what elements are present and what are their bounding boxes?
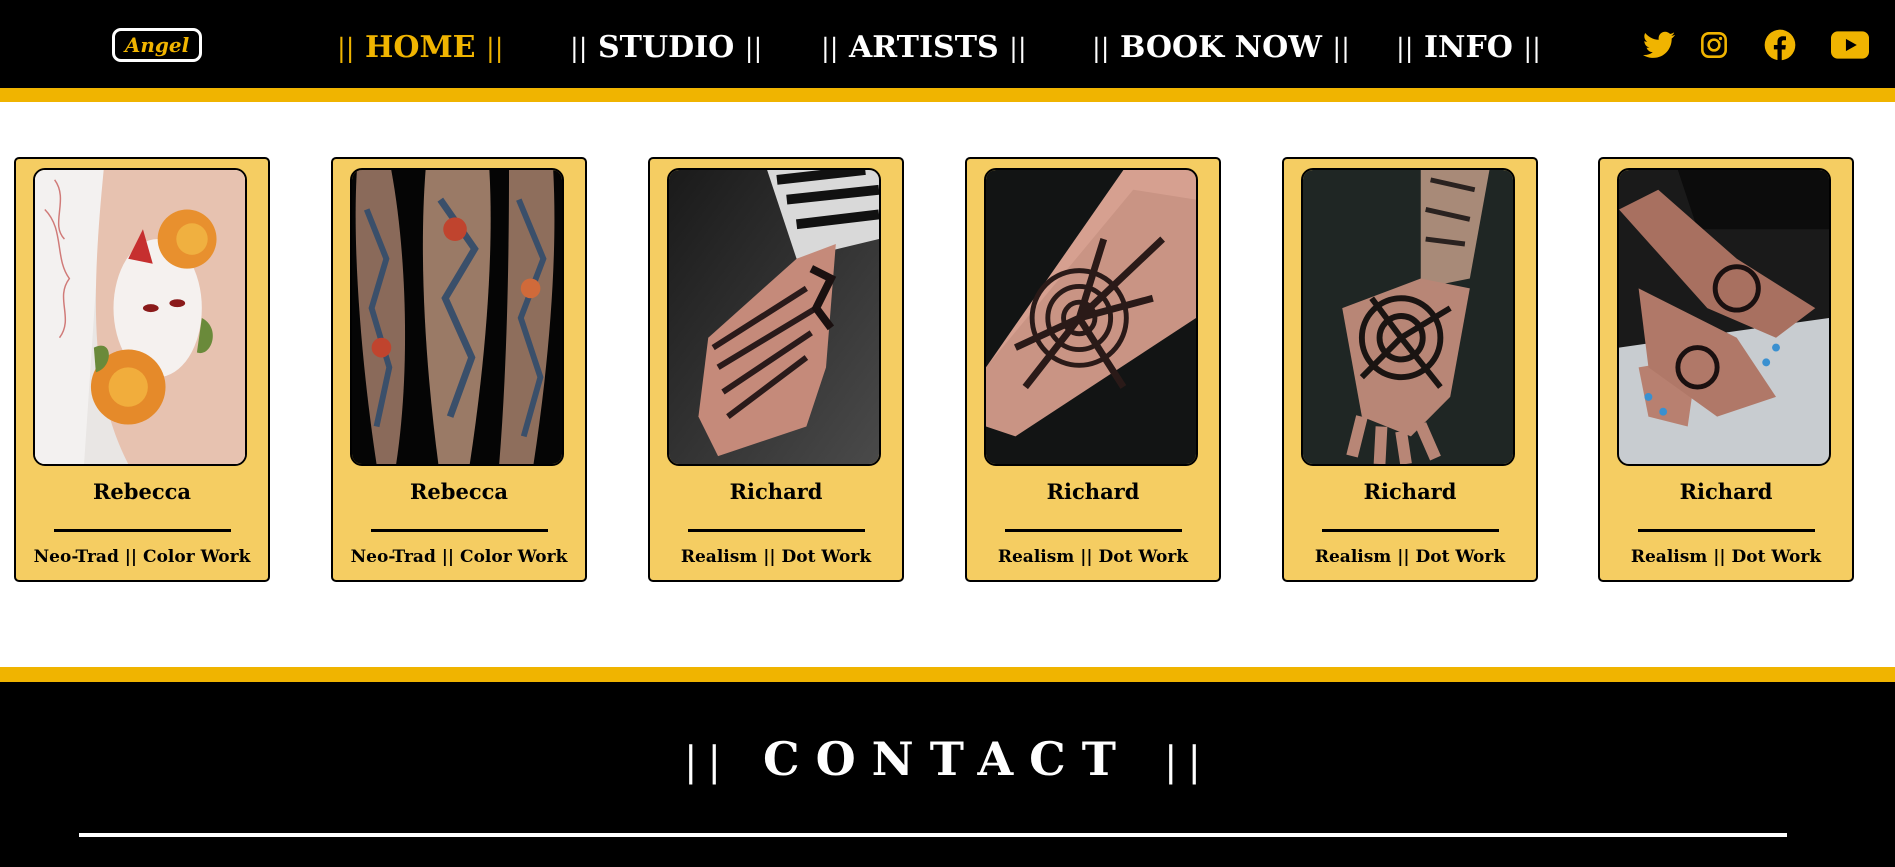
artist-name: Richard [729,479,823,504]
nav-book-now[interactable]: || BOOK NOW || [1092,30,1350,67]
card-divider [54,529,231,532]
twitter-icon[interactable] [1643,26,1675,64]
japanese-sleeves-tattoo-photo [350,168,564,466]
artist-style: Neo-Trad || Color Work [33,547,251,567]
artist-card[interactable]: Richard Realism || Dot Work [1282,157,1538,582]
artist-name: Richard [1679,479,1773,504]
artist-style: Neo-Trad || Color Work [350,547,568,567]
artist-name: Richard [1363,479,1457,504]
nav-info-label: INFO [1423,30,1513,65]
artist-card[interactable]: Rebecca Neo-Trad || Color Work [14,157,270,582]
nav-home-label: HOME [364,30,476,65]
facebook-icon[interactable] [1764,26,1796,64]
nav-studio[interactable]: || STUDIO || [570,30,762,67]
card-divider [688,529,865,532]
nav-studio-label: STUDIO [597,30,735,65]
artist-style: Realism || Dot Work [680,547,872,567]
youtube-icon[interactable] [1831,26,1869,64]
artist-name: Rebecca [92,479,192,504]
artist-name: Richard [1046,479,1140,504]
nav-home[interactable]: || HOME || [337,30,504,67]
contact-title-text: CONTACT [763,732,1132,786]
hand-spiral-tattoo-photo [1301,168,1515,466]
hands-knee-tattoo-photo [1617,168,1831,466]
card-divider [371,529,548,532]
nav-artists-label: ARTISTS [848,30,999,65]
artist-card[interactable]: Richard Realism || Dot Work [965,157,1221,582]
artist-style: Realism || Dot Work [1314,547,1506,567]
nav-artists[interactable]: || ARTISTS || [821,30,1027,67]
contact-section: || CONTACT || [0,667,1895,867]
artist-card[interactable]: Richard Realism || Dot Work [1598,157,1854,582]
card-divider [1005,529,1182,532]
site-header: Angel || HOME || || STUDIO || || ARTISTS… [0,0,1895,102]
artist-name: Rebecca [409,479,509,504]
forearm-spiral-tattoo-photo [984,168,1198,466]
artist-style: Realism || Dot Work [1630,547,1822,567]
nav-info[interactable]: || INFO || [1396,30,1541,67]
contact-divider [79,833,1787,837]
main-nav: || HOME || || STUDIO || || ARTISTS || ||… [0,0,1895,88]
artist-cards: Rebecca Neo-Trad || Color Work Rebecca N… [0,157,1895,584]
nav-book-now-label: BOOK NOW [1119,30,1322,65]
hand-blackwork-tattoo-photo [667,168,881,466]
artist-style: Realism || Dot Work [997,547,1189,567]
artist-card[interactable]: Rebecca Neo-Trad || Color Work [331,157,587,582]
card-divider [1638,529,1815,532]
instagram-icon[interactable] [1700,26,1728,64]
contact-heading: || CONTACT || [684,732,1211,786]
artist-card[interactable]: Richard Realism || Dot Work [648,157,904,582]
card-divider [1322,529,1499,532]
fox-mask-peony-tattoo-photo [33,168,247,466]
